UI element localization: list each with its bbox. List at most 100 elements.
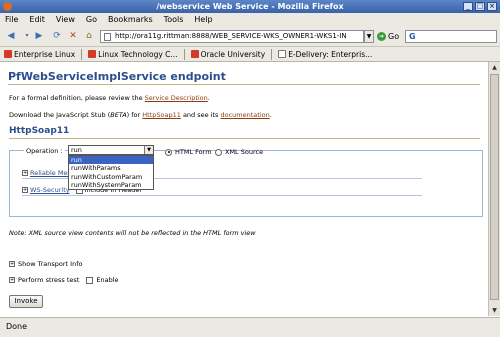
radio-html-label: HTML Form bbox=[175, 148, 212, 156]
menu-help[interactable]: Help bbox=[194, 15, 212, 24]
bookmark-separator bbox=[183, 48, 185, 60]
oracle-icon bbox=[190, 50, 199, 58]
scroll-down-icon[interactable]: ▼ bbox=[490, 306, 499, 315]
beta-text: BETA bbox=[110, 111, 127, 119]
show-transport-expander[interactable]: + Show Transport Info bbox=[9, 260, 82, 268]
firefox-icon bbox=[3, 2, 12, 11]
stop-icon[interactable]: ✕ bbox=[66, 29, 80, 43]
bookmark-label: E-Delivery: Enterpris... bbox=[288, 49, 373, 59]
menu-tools[interactable]: Tools bbox=[164, 15, 184, 24]
status-bar: Done bbox=[0, 317, 500, 337]
service-description-link[interactable]: Service Description bbox=[145, 94, 208, 102]
reload-icon[interactable]: ⟳ bbox=[50, 29, 64, 43]
definition-text: For a formal definition, please review t… bbox=[9, 94, 145, 102]
option-run-with-custom-param[interactable]: runWithCustomParam bbox=[69, 173, 153, 181]
address-dropdown-icon[interactable]: ▼ bbox=[364, 30, 374, 43]
definition-end: . bbox=[207, 94, 210, 102]
bookmark-label: Enterprise Linux bbox=[14, 49, 76, 59]
go-label: Go bbox=[388, 32, 400, 41]
radio-selected-icon bbox=[165, 148, 172, 156]
expand-plus-icon: + bbox=[22, 170, 28, 176]
bookmark-separator bbox=[81, 48, 83, 60]
download-paragraph: Download the JavaScript Stub (BETA) for … bbox=[9, 111, 272, 119]
page-title: PfWebServiceImplService endpoint bbox=[8, 70, 226, 83]
bookmark-separator bbox=[271, 48, 273, 60]
bookmark-oracle-university[interactable]: Oracle University bbox=[190, 49, 266, 59]
radio-html-form[interactable]: HTML Form bbox=[165, 148, 212, 156]
option-run-with-system-param[interactable]: runWithSystemParam bbox=[69, 181, 153, 189]
bookmark-label: Oracle University bbox=[200, 49, 266, 59]
option-run-with-params[interactable]: runWithParams bbox=[69, 164, 153, 172]
inner-divider bbox=[22, 195, 422, 196]
stress-test-label: Perform stress test bbox=[18, 276, 80, 284]
enable-checkbox[interactable] bbox=[86, 276, 94, 284]
reliable-messaging-label: Reliable Mes bbox=[30, 169, 71, 177]
status-text: Done bbox=[6, 322, 28, 331]
operation-dropdown-list: run runWithParams runWithCustomParam run… bbox=[68, 155, 154, 190]
menu-bookmarks[interactable]: Bookmarks bbox=[108, 15, 153, 24]
scroll-up-icon[interactable]: ▲ bbox=[490, 63, 499, 72]
download-text: Download the JavaScript Stub ( bbox=[9, 111, 111, 119]
menu-view[interactable]: View bbox=[56, 15, 75, 24]
bookmark-e-delivery[interactable]: E-Delivery: Enterpris... bbox=[278, 50, 372, 59]
download-mid: ) for bbox=[126, 111, 143, 119]
section-title: HttpSoap11 bbox=[9, 126, 70, 136]
radio-xml-label: XML Source bbox=[225, 148, 264, 156]
search-engine-icon: G bbox=[409, 32, 416, 41]
httpsoap-link[interactable]: HttpSoap11 bbox=[142, 111, 181, 119]
search-box[interactable]: G bbox=[405, 30, 497, 43]
window-controls: _ □ × bbox=[463, 2, 497, 11]
page-icon bbox=[278, 50, 287, 58]
forward-arrow-icon[interactable]: ▶ bbox=[32, 29, 46, 43]
navigation-toolbar: ◀ ▾ ▶ ⟳ ✕ ⌂ http://ora11g.rittman:8888/W… bbox=[0, 26, 500, 47]
chevron-down-icon: ▼ bbox=[144, 146, 153, 154]
bookmark-linux-technology[interactable]: Linux Technology C... bbox=[88, 49, 178, 59]
show-transport-label: Show Transport Info bbox=[18, 260, 83, 268]
operation-select[interactable]: run ▼ bbox=[68, 145, 154, 155]
go-button[interactable]: ➜ Go bbox=[377, 30, 399, 43]
minimize-button[interactable]: _ bbox=[463, 2, 473, 11]
bookmark-label: Linux Technology C... bbox=[98, 49, 178, 59]
reliable-messaging-expander[interactable]: + Reliable Mes bbox=[22, 169, 71, 177]
section-divider bbox=[9, 138, 480, 139]
menubar: File Edit View Go Bookmarks Tools Help bbox=[0, 13, 500, 26]
documentation-link[interactable]: documentation bbox=[221, 111, 270, 119]
expand-plus-icon: + bbox=[9, 261, 15, 267]
option-run[interactable]: run bbox=[69, 156, 153, 165]
invoke-button[interactable]: Invoke bbox=[9, 295, 43, 308]
address-bar[interactable]: http://ora11g.rittman:8888/WEB_SERVICE-W… bbox=[100, 30, 364, 43]
expand-plus-icon[interactable]: + bbox=[9, 277, 15, 283]
download-and: and see its bbox=[180, 111, 221, 119]
definition-paragraph: For a formal definition, please review t… bbox=[9, 94, 210, 102]
menu-go[interactable]: Go bbox=[86, 15, 97, 24]
page-content: PfWebServiceImplService endpoint For a f… bbox=[0, 62, 488, 316]
stress-test-row: + Perform stress test Enable bbox=[9, 276, 119, 284]
xml-source-note: Note: XML source view contents will not … bbox=[9, 229, 256, 237]
go-arrow-icon: ➜ bbox=[377, 32, 386, 41]
enable-label: Enable bbox=[96, 276, 119, 284]
close-button[interactable]: × bbox=[487, 2, 497, 11]
page-icon bbox=[104, 33, 111, 41]
home-icon[interactable]: ⌂ bbox=[82, 29, 96, 43]
menu-edit[interactable]: Edit bbox=[29, 15, 45, 24]
operation-selected-value: run bbox=[71, 146, 82, 154]
back-arrow-icon[interactable]: ◀ bbox=[4, 29, 18, 43]
download-end: . bbox=[269, 111, 272, 119]
window-title: /webservice Web Service - Mozilla Firefo… bbox=[156, 2, 344, 11]
window-titlebar: /webservice Web Service - Mozilla Firefo… bbox=[0, 0, 500, 13]
address-url: http://ora11g.rittman:8888/WEB_SERVICE-W… bbox=[115, 32, 347, 40]
heading-divider bbox=[8, 84, 480, 85]
operation-label: Operation : bbox=[24, 147, 65, 155]
ws-security-label: WS-Security bbox=[30, 186, 70, 194]
expand-plus-icon: + bbox=[22, 187, 28, 193]
oracle-icon bbox=[4, 50, 12, 58]
maximize-button[interactable]: □ bbox=[475, 2, 485, 11]
vertical-scrollbar[interactable]: ▲ ▼ bbox=[488, 62, 500, 316]
menu-file[interactable]: File bbox=[5, 15, 18, 24]
bookmark-enterprise-linux[interactable]: Enterprise Linux bbox=[4, 50, 75, 59]
scroll-thumb[interactable] bbox=[490, 74, 499, 300]
radio-unselected-icon bbox=[215, 148, 222, 156]
oracle-icon bbox=[88, 50, 97, 58]
bookmarks-toolbar: Enterprise Linux Linux Technology C... O… bbox=[0, 47, 500, 62]
radio-xml-source[interactable]: XML Source bbox=[215, 148, 263, 156]
